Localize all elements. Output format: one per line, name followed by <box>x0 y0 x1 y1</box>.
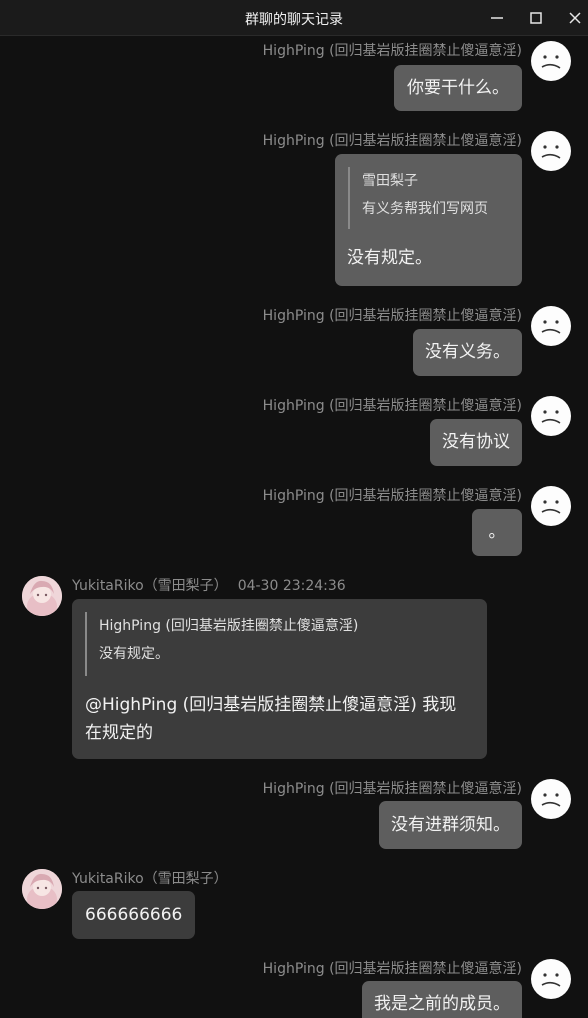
message-timestamp: 04-30 23:24:36 <box>237 578 346 594</box>
sender-name[interactable]: HighPing (回归基岩版挂圈禁止傻逼意淫) <box>263 958 522 978</box>
sender-name[interactable]: HighPing (回归基岩版挂圈禁止傻逼意淫) <box>263 485 522 505</box>
avatar[interactable] <box>531 959 571 999</box>
sender-name[interactable]: YukitaRiko（雪田梨子） 04-30 23:24:36 <box>72 575 346 595</box>
sender-name[interactable]: HighPing (回归基岩版挂圈禁止傻逼意淫) <box>263 778 522 798</box>
avatar[interactable] <box>531 306 571 346</box>
sender-name[interactable]: HighPing (回归基岩版挂圈禁止傻逼意淫) <box>263 395 522 415</box>
message-text: @HighPing (回归基岩版挂圈禁止傻逼意淫) 我现 在规定的 <box>85 695 457 743</box>
avatar[interactable] <box>22 576 62 616</box>
message-bubble[interactable]: 没有义务。 <box>413 329 522 376</box>
quoted-message[interactable]: HighPing (回归基岩版挂圈禁止傻逼意淫) 没有规定。 <box>85 612 358 676</box>
quote-author: HighPing (回归基岩版挂圈禁止傻逼意淫) <box>99 618 359 634</box>
message-bubble[interactable]: 你要干什么。 <box>394 65 522 111</box>
quoted-message[interactable]: 雪田梨子 有义务帮我们写网页 <box>348 167 488 229</box>
message-bubble[interactable]: 雪田梨子 有义务帮我们写网页 没有规定。 <box>335 154 522 286</box>
avatar[interactable] <box>531 396 571 436</box>
sender-name[interactable]: HighPing (回归基岩版挂圈禁止傻逼意淫) <box>263 40 522 60</box>
avatar[interactable] <box>531 41 571 81</box>
avatar[interactable] <box>22 869 62 909</box>
message-bubble[interactable]: HighPing (回归基岩版挂圈禁止傻逼意淫) 没有规定。 @HighPing… <box>72 599 487 759</box>
message-text: 没有规定。 <box>347 248 432 268</box>
avatar[interactable] <box>531 131 571 171</box>
quote-text: 有义务帮我们写网页 <box>362 201 488 217</box>
minimize-icon[interactable] <box>488 9 506 27</box>
maximize-icon[interactable] <box>527 9 545 27</box>
message-bubble[interactable]: 。 <box>472 509 522 556</box>
quote-author: 雪田梨子 <box>362 173 418 189</box>
sender-name[interactable]: HighPing (回归基岩版挂圈禁止傻逼意淫) <box>263 130 522 150</box>
sender-name[interactable]: HighPing (回归基岩版挂圈禁止傻逼意淫) <box>263 305 522 325</box>
message-bubble[interactable]: 我是之前的成员。 <box>362 981 522 1018</box>
close-icon[interactable] <box>566 9 584 27</box>
message-bubble[interactable]: 没有协议 <box>430 419 522 466</box>
quote-text: 没有规定。 <box>99 646 169 662</box>
sender-name[interactable]: YukitaRiko（雪田梨子） <box>72 868 228 888</box>
avatar[interactable] <box>531 779 571 819</box>
avatar[interactable] <box>531 486 571 526</box>
title-bar: 群聊的聊天记录 <box>0 0 588 36</box>
message-bubble[interactable]: 666666666 <box>72 891 196 939</box>
message-bubble[interactable]: 没有进群须知。 <box>379 801 522 849</box>
